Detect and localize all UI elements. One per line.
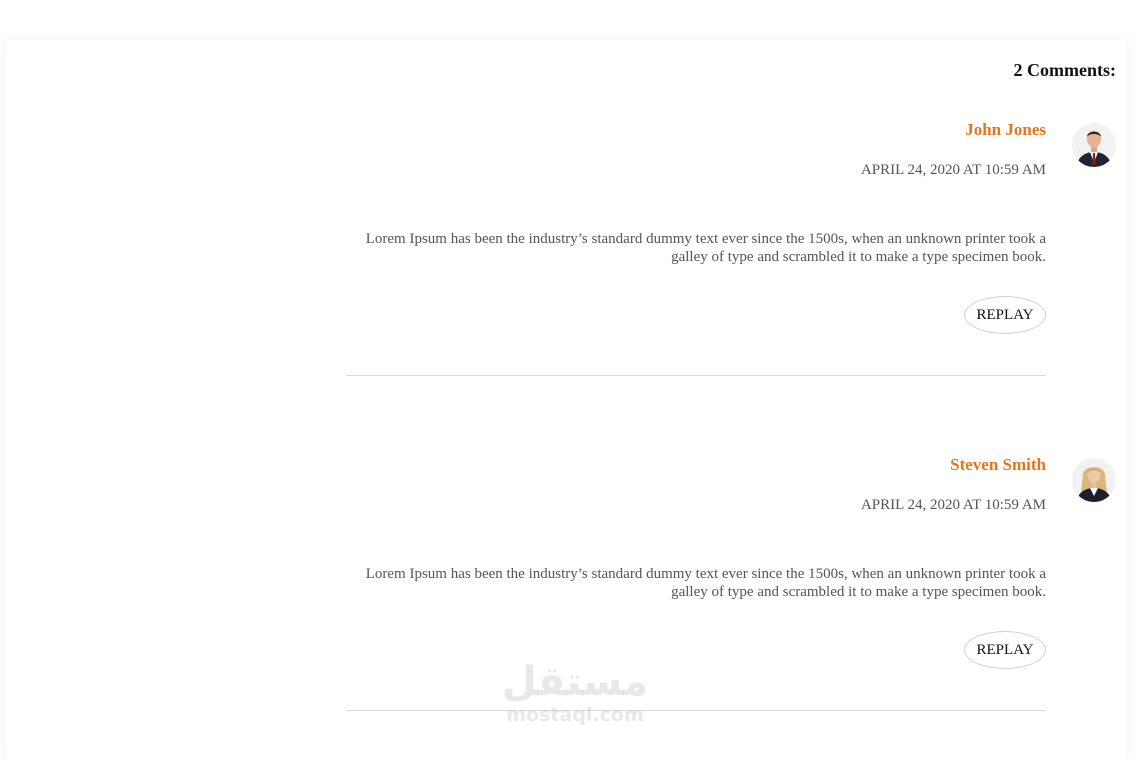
comments-count-title: 2 Comments: xyxy=(1013,60,1116,80)
comment-item: Steven Smith APRIL 24, 2020 AT 10:59 AM … xyxy=(346,455,1116,755)
comment-author-name[interactable]: Steven Smith xyxy=(950,455,1046,475)
comments-card: 2 Comments: John Jones APRIL 24, 2020 AT… xyxy=(6,40,1126,760)
comment-divider xyxy=(346,375,1046,376)
reply-button[interactable]: REPLAY xyxy=(964,296,1046,334)
man-avatar-icon xyxy=(1072,123,1116,167)
comment-author-name[interactable]: John Jones xyxy=(965,120,1046,140)
comment-date: APRIL 24, 2020 AT 10:59 AM xyxy=(860,497,1046,513)
woman-avatar-icon xyxy=(1072,458,1116,502)
comment-text: Lorem Ipsum has been the industry’s stan… xyxy=(365,566,1046,600)
comment-divider xyxy=(346,710,1046,711)
comment-text: Lorem Ipsum has been the industry’s stan… xyxy=(365,231,1046,265)
comment-item: John Jones APRIL 24, 2020 AT 10:59 AM Lo… xyxy=(346,120,1116,420)
reply-button[interactable]: REPLAY xyxy=(964,631,1046,669)
comment-date: APRIL 24, 2020 AT 10:59 AM xyxy=(860,162,1046,178)
